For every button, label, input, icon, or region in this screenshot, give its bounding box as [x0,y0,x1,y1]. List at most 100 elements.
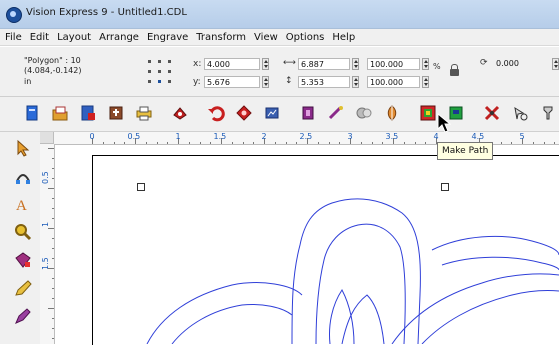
ruler-label: 2 [261,132,267,141]
ruler-label: 5 [519,132,525,141]
ruler-label: 0.5 [41,171,50,184]
ruler-tick [371,142,373,144]
new-file-icon[interactable] [22,103,42,123]
ruler-tick [52,178,54,179]
select-tool-icon[interactable] [13,138,33,158]
ruler-tick [145,142,147,144]
fill-icon[interactable] [298,103,318,123]
ruler-label: 1.5 [41,257,50,270]
ruler-tick [543,142,545,144]
ruler-tick [382,142,384,144]
menu-arrange[interactable]: Arrange [98,29,140,45]
ruler-origin-corner[interactable] [40,132,54,144]
ruler-tick [425,142,427,144]
ruler-tick [52,208,54,209]
break-apart-icon[interactable] [482,103,502,123]
menu-layout[interactable]: Layout [56,29,92,45]
polygon-artwork[interactable] [92,155,559,344]
height-icon: ↕ [285,76,293,86]
app-logo-icon [6,7,22,23]
scale-x-spinner[interactable] [422,58,429,70]
menu-bar: File Edit Layout Arrange Engrave Transfo… [0,29,559,46]
ruler-tick [296,142,298,144]
width-field[interactable]: 6.887 [298,58,350,70]
ruler-tick [52,288,54,289]
save-file-icon[interactable] [78,103,98,123]
ruler-tick [274,142,276,144]
ruler-tick [339,142,341,144]
ruler-tick [52,318,54,319]
ruler-tick [52,168,54,169]
ruler-tick [52,298,54,299]
window-title: Vision Express 9 - Untitled1.CDL [26,7,187,18]
x-spinner[interactable] [262,58,269,70]
weld-icon[interactable] [354,103,374,123]
ruler-tick [360,142,362,144]
ruler-tick [48,228,54,229]
plot-icon[interactable] [170,103,190,123]
ruler-tick [102,142,104,144]
rotation-icon: ⟳ [480,58,488,68]
pen-tool-icon[interactable] [13,306,33,326]
menu-file[interactable]: File [4,29,23,45]
ruler-tick [52,218,54,219]
menu-engrave[interactable]: Engrave [146,29,189,45]
zoom-tool-icon[interactable] [13,222,33,242]
make-path-icon[interactable] [418,103,438,123]
y-position-field[interactable]: 5.676 [204,76,260,88]
ruler-tick [188,142,190,144]
y-spinner[interactable] [262,76,269,88]
vertical-ruler[interactable]: 0.5 1 1.5 [40,144,55,344]
ruler-tick [210,142,212,144]
mirror-icon[interactable] [382,103,402,123]
ruler-tick [554,142,556,144]
lock-ratio-icon[interactable] [450,64,459,76]
scale-x-field[interactable]: 100.000 [367,58,420,70]
text-tool-icon[interactable]: A [13,194,33,214]
main-toolbar [0,97,559,132]
ruler-tick [328,142,330,144]
tooltip-make-path: Make Path [437,142,494,160]
ruler-tick [242,142,244,144]
scale-y-spinner[interactable] [422,76,429,88]
ruler-tick [403,142,405,144]
rotation-field[interactable]: 0.000 [494,58,548,70]
menu-help[interactable]: Help [331,29,356,45]
width-spinner[interactable] [352,58,359,70]
rotation-spinner[interactable] [552,58,559,70]
menu-edit[interactable]: Edit [29,29,50,45]
ruler-tick [124,142,126,144]
ruler-label: 3 [347,132,353,141]
menu-transform[interactable]: Transform [195,29,247,45]
menu-options[interactable]: Options [285,29,326,45]
ruler-label: 0 [89,132,95,141]
scale-y-field[interactable]: 100.000 [367,76,420,88]
ruler-label: 0.5 [127,132,141,141]
reference-point-grid[interactable] [146,58,178,88]
height-spinner[interactable] [352,76,359,88]
undo-icon[interactable] [206,103,226,123]
color-tool-icon[interactable] [13,250,33,270]
menu-view[interactable]: View [253,29,279,45]
pencil-tool-icon[interactable] [13,278,33,298]
ruler-tick [532,142,534,144]
ruler-tick [156,142,158,144]
x-position-field[interactable]: 4.000 [204,58,260,70]
node-tool-icon[interactable] [13,166,33,186]
redo-icon[interactable] [234,103,254,123]
node-edit-icon[interactable] [326,103,346,123]
title-bar: Vision Express 9 - Untitled1.CDL [0,0,559,29]
cursor-position: (4.084,-0.142) [24,66,82,75]
open-file-icon[interactable] [50,103,70,123]
height-field[interactable]: 5.353 [298,76,350,88]
import-icon[interactable] [106,103,126,123]
transform-icon[interactable] [510,103,530,123]
ruler-tick [52,328,54,329]
tool-options-icon[interactable] [538,103,558,123]
ruler-tick [113,142,115,144]
view-icon[interactable] [262,103,282,123]
ruler-tick [414,142,416,144]
unit-label: in [24,77,32,86]
print-icon[interactable] [134,103,154,123]
left-toolbox: A [0,132,41,344]
